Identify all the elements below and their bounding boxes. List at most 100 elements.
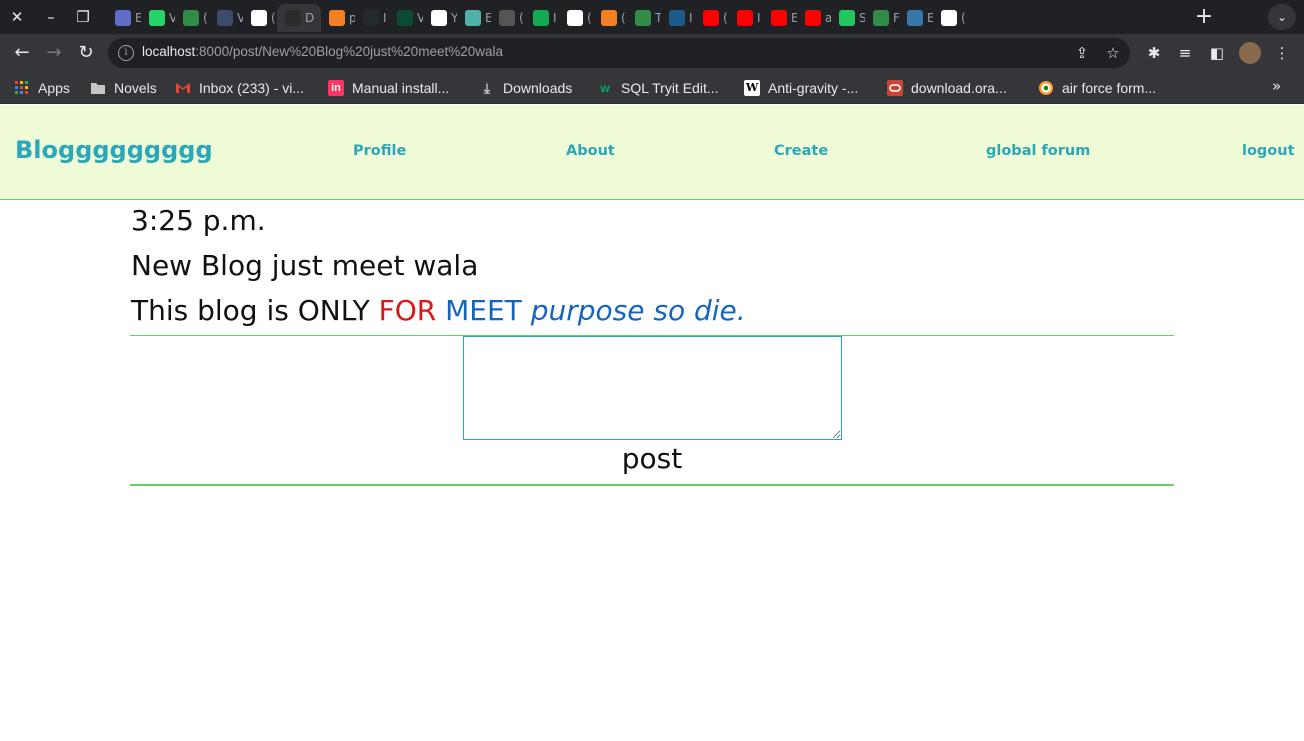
python-icon bbox=[907, 10, 923, 26]
extensions-puzzle-icon[interactable]: ✱ bbox=[1143, 42, 1165, 64]
bookmark-label: Anti-gravity -... bbox=[768, 80, 859, 96]
google-icon bbox=[431, 10, 447, 26]
bookmark-downloads[interactable]: ⤓ Downloads bbox=[479, 77, 572, 99]
bookmark-label: Novels bbox=[114, 80, 157, 96]
url-text[interactable]: localhost:8000/post/New%20Blog%20just%20… bbox=[142, 44, 503, 59]
kebab-menu-icon[interactable]: ⋮ bbox=[1271, 42, 1293, 64]
nav-profile[interactable]: Profile bbox=[353, 143, 406, 159]
browser-tab[interactable]: V bbox=[389, 4, 423, 32]
tab-title: ( bbox=[621, 11, 626, 25]
browser-tab[interactable]: ( bbox=[695, 4, 729, 32]
share-icon[interactable]: ⇪ bbox=[1072, 43, 1092, 63]
nav-create[interactable]: Create bbox=[774, 143, 828, 159]
browser-tab[interactable]: ( bbox=[933, 4, 967, 32]
browser-tab[interactable]: I bbox=[729, 4, 763, 32]
browser-tabstrip: ✕ – ❐ EV(V(D✕pIVYE(I((TI(IEaSFE( + ⌄ bbox=[0, 0, 1304, 34]
url-path: :8000/post/New%20Blog%20just%20meet%20wa… bbox=[195, 44, 503, 59]
apps-grid-icon bbox=[14, 80, 30, 96]
google-icon bbox=[941, 10, 957, 26]
github-icon bbox=[363, 10, 379, 26]
bookmark-label: download.ora... bbox=[911, 80, 1007, 96]
bookmark-anti-gravity[interactable]: W Anti-gravity -... bbox=[744, 77, 858, 99]
browser-tab[interactable]: E bbox=[457, 4, 491, 32]
browser-tab[interactable]: E bbox=[763, 4, 797, 32]
window-minimize-icon[interactable]: – bbox=[40, 6, 62, 28]
tab-title: I bbox=[689, 11, 693, 25]
browser-tab[interactable]: ( bbox=[559, 4, 593, 32]
browser-tab[interactable]: E bbox=[899, 4, 933, 32]
nav-about[interactable]: About bbox=[566, 143, 615, 159]
bookmark-manual-install[interactable]: in Manual install... bbox=[328, 77, 449, 99]
site-brand[interactable]: Bloggggggggg bbox=[15, 136, 213, 164]
bookmark-label: Manual install... bbox=[352, 80, 450, 96]
comment-textarea[interactable] bbox=[463, 336, 842, 440]
bookmark-apps[interactable]: Apps bbox=[14, 77, 70, 99]
generic-page-icon bbox=[465, 10, 481, 26]
bookmark-download-oracle[interactable]: download.ora... bbox=[887, 77, 1007, 99]
generic-page-icon bbox=[115, 10, 131, 26]
browser-tab[interactable]: S bbox=[831, 4, 865, 32]
back-arrow-icon[interactable]: ← bbox=[9, 40, 35, 66]
browser-tab[interactable]: ( bbox=[175, 4, 209, 32]
oracle-icon bbox=[887, 80, 903, 96]
tab-title: ( bbox=[519, 11, 524, 25]
bookmark-air-force-form[interactable]: air force form... bbox=[1038, 77, 1156, 99]
bookmark-novels[interactable]: Novels bbox=[90, 77, 157, 99]
tab-title: D bbox=[305, 11, 315, 25]
bookmark-inbox[interactable]: Inbox (233) - vi... bbox=[175, 77, 304, 99]
new-tab-icon[interactable]: + bbox=[1190, 4, 1218, 30]
bookmarks-bar: Apps Novels Inbox (233) - vi... in Manua… bbox=[0, 72, 1304, 104]
browser-tab[interactable]: F bbox=[865, 4, 899, 32]
google-icon bbox=[251, 10, 267, 26]
nav-logout[interactable]: logout bbox=[1242, 143, 1295, 159]
browser-tab[interactable]: I bbox=[355, 4, 389, 32]
bookmark-label: Inbox (233) - vi... bbox=[199, 80, 305, 96]
window-restore-icon[interactable]: ❐ bbox=[72, 6, 94, 28]
browser-tab[interactable]: ( bbox=[243, 4, 277, 32]
post-body-italic-text: purpose so die. bbox=[530, 294, 746, 327]
browser-tab[interactable]: D✕ bbox=[277, 4, 321, 32]
browser-tab[interactable]: I bbox=[661, 4, 695, 32]
tab-title: I bbox=[553, 11, 557, 25]
bookmarks-overflow-icon[interactable]: » bbox=[1272, 77, 1281, 95]
url-host: localhost bbox=[142, 44, 196, 59]
post-body-red-text: FOR bbox=[378, 294, 437, 327]
django-docs-icon bbox=[285, 10, 301, 26]
tab-title: I bbox=[757, 11, 761, 25]
post-body-blue-text: MEET bbox=[445, 294, 522, 327]
post-body-text: This blog is ONLY bbox=[131, 294, 379, 327]
browser-tab[interactable]: I bbox=[525, 4, 559, 32]
forward-arrow-icon[interactable]: → bbox=[41, 40, 67, 66]
post-comment-button[interactable]: post bbox=[610, 442, 694, 475]
nav-global-forum[interactable]: global forum bbox=[986, 143, 1090, 159]
browser-tab[interactable]: Y bbox=[423, 4, 457, 32]
side-panel-icon[interactable]: ◧ bbox=[1206, 42, 1228, 64]
browser-tab[interactable]: V bbox=[209, 4, 243, 32]
stackoverflow-icon bbox=[601, 10, 617, 26]
browser-tab[interactable]: ( bbox=[593, 4, 627, 32]
profile-avatar[interactable] bbox=[1239, 42, 1261, 64]
geeksforgeeks-icon bbox=[183, 10, 199, 26]
bookmark-label: SQL Tryit Edit... bbox=[621, 80, 719, 96]
youtube-icon bbox=[737, 10, 753, 26]
youtube-icon bbox=[703, 10, 719, 26]
tab-search-chevron-icon[interactable]: ⌄ bbox=[1268, 4, 1296, 30]
site-info-icon[interactable]: i bbox=[118, 45, 134, 61]
browser-tab[interactable]: p bbox=[321, 4, 355, 32]
address-bar[interactable]: i localhost:8000/post/New%20Blog%20just%… bbox=[108, 38, 1130, 68]
reload-icon[interactable]: ↻ bbox=[73, 40, 99, 66]
browser-tab[interactable]: a bbox=[797, 4, 831, 32]
whatsapp-icon bbox=[149, 10, 165, 26]
media-queue-icon[interactable]: ≡ bbox=[1174, 42, 1196, 64]
browser-tab[interactable]: V bbox=[141, 4, 175, 32]
invision-icon: in bbox=[328, 80, 344, 96]
bookmark-star-icon[interactable]: ☆ bbox=[1103, 43, 1123, 63]
browser-tab[interactable]: ( bbox=[491, 4, 525, 32]
post-timestamp: 3:25 p.m. bbox=[131, 204, 266, 237]
window-close-icon[interactable]: ✕ bbox=[6, 6, 28, 28]
generic-page-icon bbox=[839, 10, 855, 26]
post-body-space bbox=[436, 294, 445, 327]
browser-tab[interactable]: E bbox=[107, 4, 141, 32]
browser-tab[interactable]: T bbox=[627, 4, 661, 32]
bookmark-sql-tryit[interactable]: w SQL Tryit Edit... bbox=[597, 77, 719, 99]
